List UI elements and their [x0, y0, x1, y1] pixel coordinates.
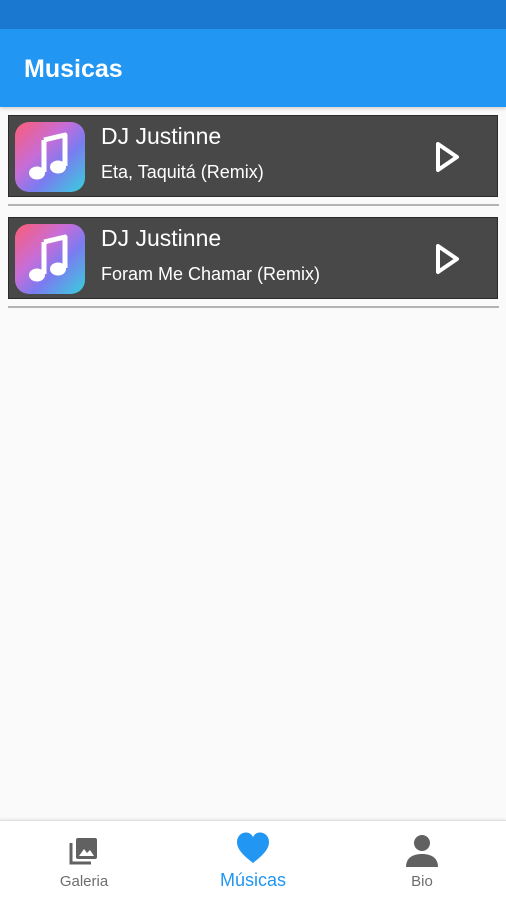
nav-item-galeria[interactable]: Galeria [0, 821, 168, 901]
track-artist: DJ Justinne [101, 225, 222, 251]
music-note-icon [15, 224, 85, 294]
photo-library-icon [69, 838, 97, 865]
play-button[interactable] [433, 242, 463, 276]
nav-label-bio: Bio [411, 873, 433, 890]
track-artist: DJ Justinne [101, 123, 222, 149]
nav-label-musicas: Músicas [219, 870, 286, 890]
track-title: Foram Me Chamar (Remix) [101, 264, 321, 284]
nav-item-musicas[interactable]: Músicas [169, 821, 337, 901]
heart-icon [237, 832, 269, 863]
bottom-navigation: Galeria Músicas Bio [0, 820, 506, 901]
track-title: Eta, Taquitá (Remix) [101, 162, 264, 182]
person-icon [406, 835, 438, 867]
nav-item-bio[interactable]: Bio [338, 821, 506, 901]
play-icon [436, 142, 459, 172]
list-item: DJ Justinne Foram Me Chamar (Remix) [0, 209, 506, 311]
track-list: DJ Justinne Eta, Taquitá (Remix) DJ Just… [0, 107, 506, 311]
music-note-icon [15, 122, 85, 192]
status-bar [0, 0, 506, 29]
nav-label-galeria: Galeria [59, 873, 109, 890]
app-bar: Musicas [0, 29, 506, 107]
page-title: Musicas [24, 55, 123, 83]
track-card[interactable]: DJ Justinne Foram Me Chamar (Remix) [8, 217, 498, 299]
play-icon [436, 244, 459, 274]
track-card[interactable]: DJ Justinne Eta, Taquitá (Remix) [8, 115, 498, 197]
divider [8, 204, 499, 206]
play-button[interactable] [433, 140, 463, 174]
list-item: DJ Justinne Eta, Taquitá (Remix) [0, 107, 506, 209]
divider [8, 306, 499, 308]
